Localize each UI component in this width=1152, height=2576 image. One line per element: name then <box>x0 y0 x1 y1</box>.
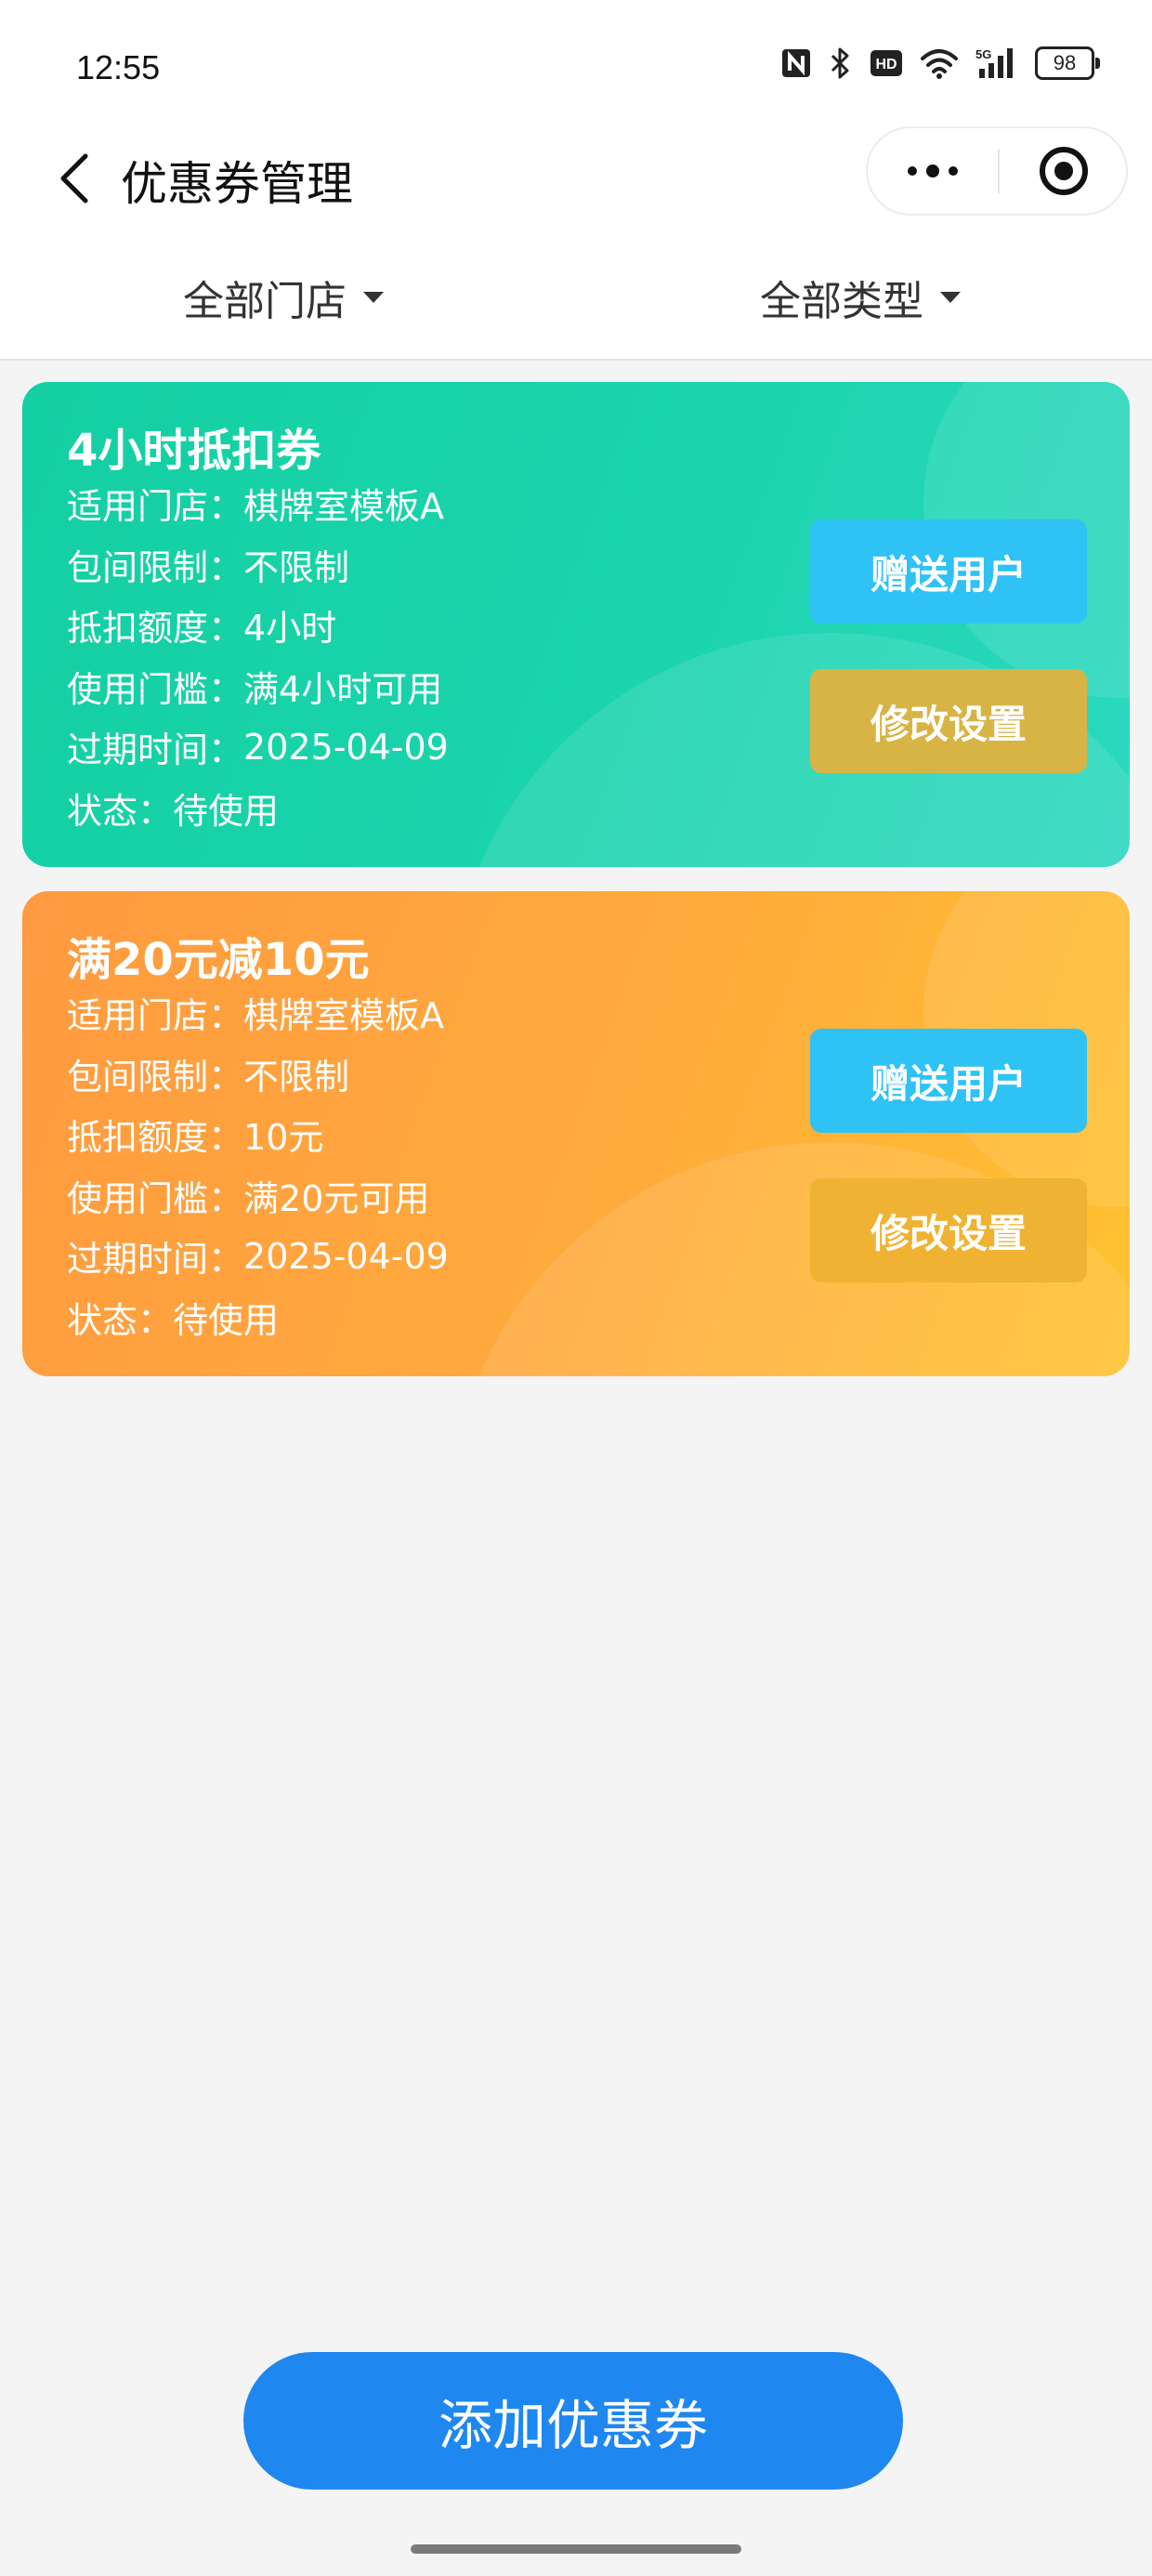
detail-value: 满4小时可用 <box>243 668 443 710</box>
edit-settings-button[interactable]: 修改设置 <box>810 1178 1087 1282</box>
detail-label: 状态： <box>67 790 174 832</box>
detail-value: 不限制 <box>243 546 350 588</box>
detail-label: 抵扣额度： <box>67 1117 244 1159</box>
detail-label: 包间限制： <box>67 1056 244 1097</box>
detail-label: 适用门店： <box>67 486 244 528</box>
detail-label: 使用门槛： <box>67 668 244 710</box>
detail-value: 不限制 <box>243 1056 350 1097</box>
detail-label: 抵扣额度： <box>67 608 244 650</box>
coupon-detail-row: 抵扣额度： 4小时 <box>67 595 449 656</box>
close-button[interactable] <box>1000 128 1128 214</box>
nfc-icon <box>780 47 812 79</box>
detail-value: 4小时 <box>243 608 337 650</box>
coupon-detail-row: 使用门槛： 满4小时可用 <box>67 656 449 717</box>
chevron-left-icon <box>60 153 88 204</box>
nav-bar: 优惠券管理 <box>0 121 1152 242</box>
bluetooth-icon <box>829 46 853 80</box>
coupon-detail-row: 适用门店： 棋牌室模板A <box>67 982 449 1044</box>
type-filter-dropdown[interactable]: 全部类型 <box>760 269 961 325</box>
coupon-details: 适用门店： 棋牌室模板A 包间限制： 不限制 抵扣额度： 4小时 使用门槛： 满4小时可… <box>67 473 449 838</box>
coupon-detail-row: 包间限制： 不限制 <box>67 1044 449 1105</box>
coupon-detail-row: 适用门店： 棋牌室模板A <box>67 473 449 534</box>
coupon-detail-row: 使用门槛： 满20元可用 <box>67 1165 449 1227</box>
detail-value: 2025-04-09 <box>243 726 449 768</box>
detail-value: 2025-04-09 <box>243 1235 449 1277</box>
detail-value: 待使用 <box>173 1299 280 1341</box>
coupon-detail-row: 过期时间： 2025-04-09 <box>67 716 449 778</box>
detail-label: 状态： <box>67 1299 174 1341</box>
coupon-detail-row: 状态： 待使用 <box>67 1287 449 1348</box>
store-filter-dropdown[interactable]: 全部门店 <box>183 269 384 325</box>
gift-user-button[interactable]: 赠送用户 <box>810 1029 1087 1133</box>
hd-icon: HD <box>870 49 903 77</box>
home-indicator[interactable] <box>411 2544 741 2554</box>
more-button[interactable] <box>868 128 998 214</box>
status-icons: HD 5G 98 <box>780 46 1100 80</box>
coupon-detail-row: 抵扣额度： 10元 <box>67 1104 449 1165</box>
detail-value: 棋牌室模板A <box>243 486 445 528</box>
gift-user-button[interactable]: 赠送用户 <box>810 519 1087 624</box>
coupon-detail-row: 状态： 待使用 <box>67 778 449 839</box>
svg-text:HD: HD <box>875 57 897 72</box>
coupon-detail-row: 过期时间： 2025-04-09 <box>67 1226 449 1287</box>
network-label: 5G <box>975 47 991 61</box>
mini-program-capsule <box>866 126 1128 216</box>
type-filter-label: 全部类型 <box>760 278 923 325</box>
caret-down-icon <box>940 292 961 303</box>
filter-bar: 全部门店 全部类型 <box>0 242 1152 361</box>
signal-icon: 5G <box>975 46 1018 80</box>
detail-value: 棋牌室模板A <box>243 995 445 1037</box>
back-button[interactable] <box>37 141 111 216</box>
edit-settings-button[interactable]: 修改设置 <box>810 669 1087 773</box>
detail-value: 10元 <box>243 1117 324 1159</box>
detail-label: 过期时间： <box>67 1239 244 1281</box>
add-coupon-button[interactable]: 添加优惠券 <box>243 2352 903 2490</box>
target-circle-icon <box>1040 147 1088 195</box>
caret-down-icon <box>363 292 384 303</box>
coupon-card: 4小时抵扣券 适用门店： 棋牌室模板A 包间限制： 不限制 抵扣额度： 4小时 使用门… <box>22 382 1130 867</box>
status-time: 12:55 <box>76 48 161 86</box>
status-bar: 12:55 HD 5G 98 <box>0 0 1152 121</box>
battery-icon: 98 <box>1035 46 1100 80</box>
page-title: 优惠券管理 <box>121 157 353 211</box>
coupon-details: 适用门店： 棋牌室模板A 包间限制： 不限制 抵扣额度： 10元 使用门槛： 满20元可… <box>67 982 449 1347</box>
store-filter-label: 全部门店 <box>183 278 347 325</box>
coupon-card: 满20元减10元 适用门店： 棋牌室模板A 包间限制： 不限制 抵扣额度： 10元 使… <box>22 891 1130 1376</box>
coupon-name: 满20元减10元 <box>67 934 370 986</box>
detail-label: 包间限制： <box>67 546 244 588</box>
detail-value: 满20元可用 <box>243 1177 430 1219</box>
detail-value: 待使用 <box>173 790 280 832</box>
detail-label: 过期时间： <box>67 729 244 771</box>
detail-label: 适用门店： <box>67 995 244 1037</box>
more-dots-icon <box>908 164 958 177</box>
wifi-icon <box>920 47 959 79</box>
coupon-detail-row: 包间限制： 不限制 <box>67 534 449 596</box>
coupon-name: 4小时抵扣券 <box>67 425 321 477</box>
detail-label: 使用门槛： <box>67 1177 244 1219</box>
